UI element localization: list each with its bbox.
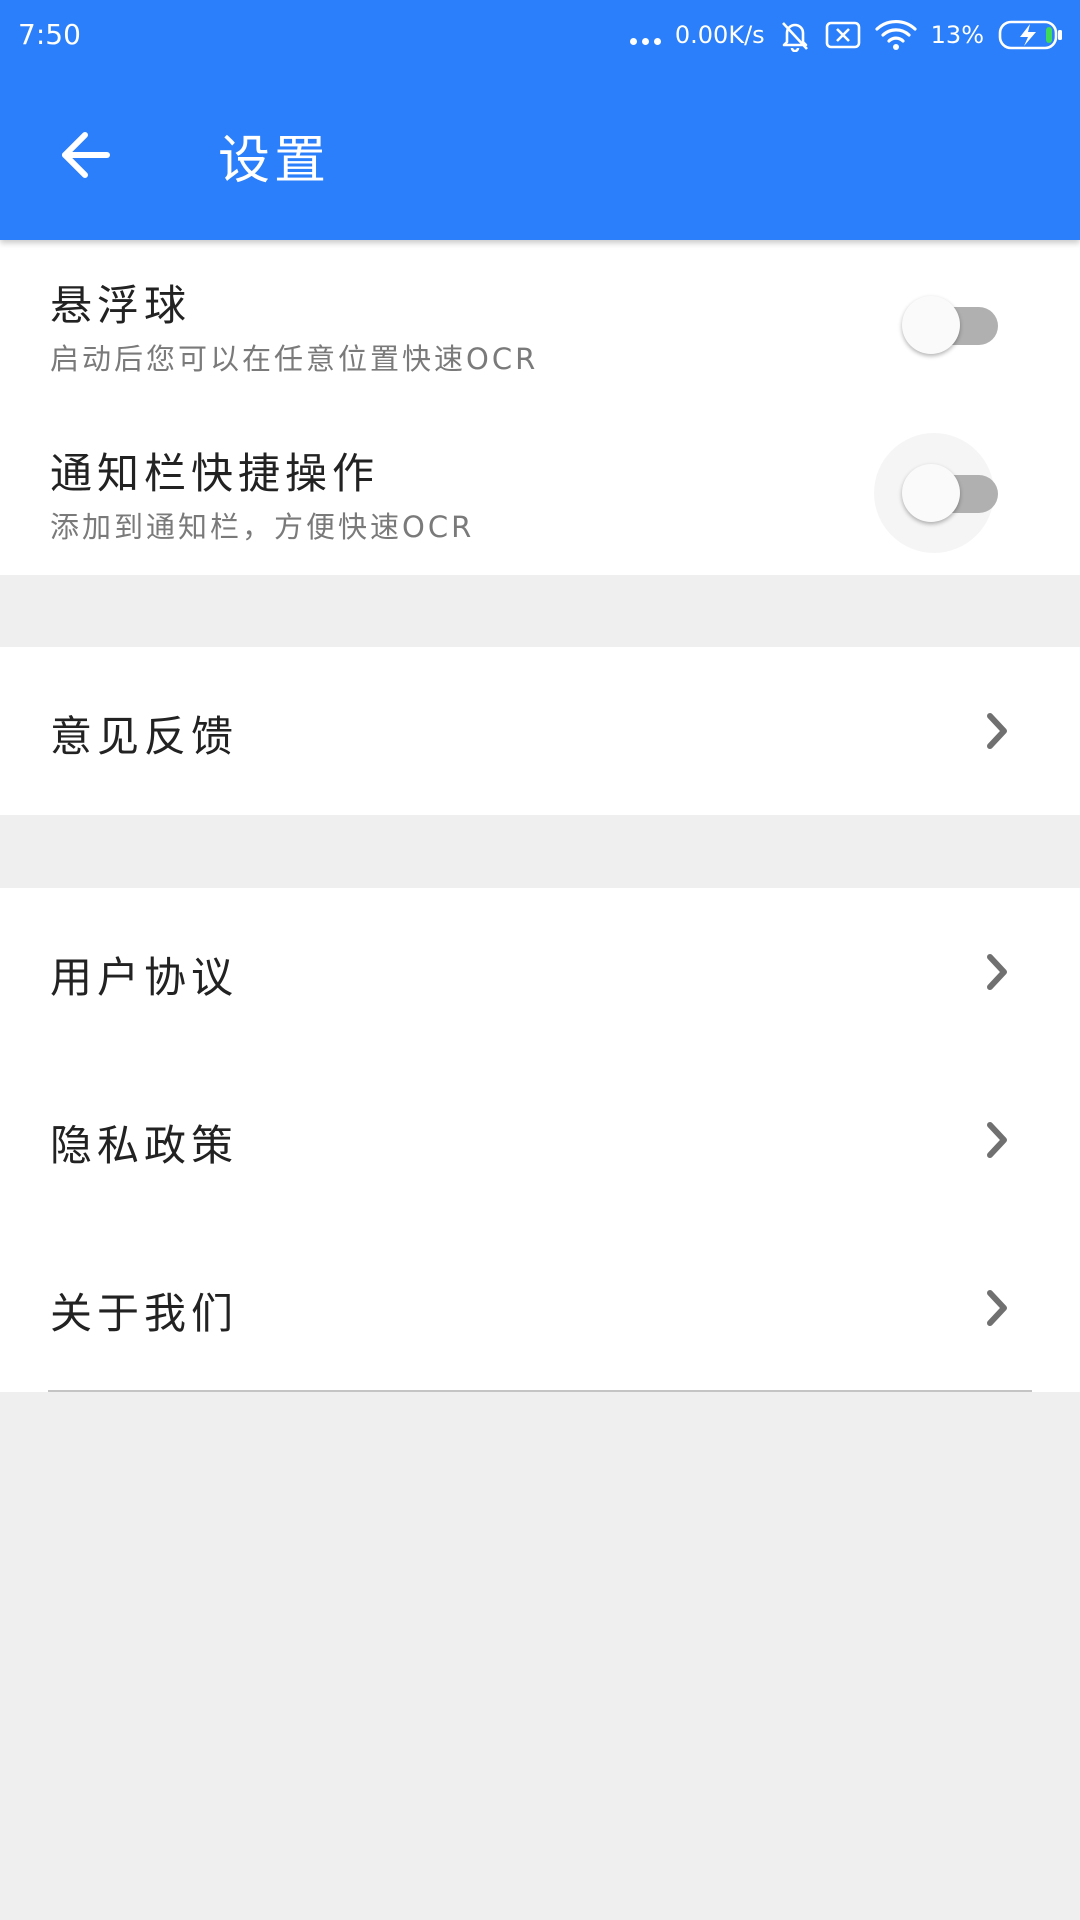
battery-charging-icon <box>998 20 1062 50</box>
menu-item-privacy-policy[interactable]: 隐私政策 <box>0 1056 1080 1224</box>
info-links-card: 用户协议 隐私政策 关于我们 <box>0 888 1080 1392</box>
network-speed: 0.00K/s <box>674 21 765 49</box>
floating-ball-title: 悬浮球 <box>50 281 192 330</box>
bell-muted-icon <box>781 22 808 52</box>
setting-notification-shortcut[interactable]: 通知栏快捷操作 添加到通知栏，方便快速OCR <box>0 408 1080 575</box>
status-icons: 0.00K/s 13% <box>629 14 1064 56</box>
switch-thumb <box>902 464 960 522</box>
arrow-left-icon <box>62 132 110 178</box>
notification-shortcut-title: 通知栏快捷操作 <box>50 449 380 498</box>
notification-shortcut-switch[interactable] <box>874 433 998 553</box>
setting-floating-ball[interactable]: 悬浮球 启动后您可以在任意位置快速OCR <box>0 240 1080 408</box>
toolbar: 设置 <box>0 70 1080 240</box>
user-agreement-label: 用户协议 <box>50 953 239 1002</box>
chevron-right-icon <box>987 1122 1007 1158</box>
no-sim-icon <box>825 21 860 49</box>
floating-ball-switch[interactable] <box>902 295 998 355</box>
about-us-label: 关于我们 <box>50 1289 239 1338</box>
switch-thumb <box>902 296 960 354</box>
feedback-label: 意见反馈 <box>50 712 239 761</box>
dots-icon <box>629 25 661 45</box>
menu-item-feedback[interactable]: 意见反馈 <box>0 647 1080 815</box>
battery-percent: 13% <box>930 21 984 49</box>
divider <box>48 1390 1032 1392</box>
app-bar: 7:50 0.00K/s 13% 设置 <box>0 0 1080 240</box>
chevron-right-icon <box>987 713 1007 749</box>
menu-item-user-agreement[interactable]: 用户协议 <box>0 888 1080 1056</box>
chevron-right-icon <box>987 1290 1007 1326</box>
menu-item-about-us[interactable]: 关于我们 <box>0 1224 1080 1390</box>
chevron-right-icon <box>987 954 1007 990</box>
back-button[interactable] <box>40 110 130 200</box>
notification-shortcut-subtitle: 添加到通知栏，方便快速OCR <box>50 510 475 544</box>
status-time: 7:50 <box>18 18 81 51</box>
floating-ball-subtitle: 启动后您可以在任意位置快速OCR <box>50 342 539 376</box>
toggle-settings-card: 悬浮球 启动后您可以在任意位置快速OCR 通知栏快捷操作 添加到通知栏，方便快速… <box>0 240 1080 575</box>
privacy-policy-label: 隐私政策 <box>50 1121 239 1170</box>
status-bar: 7:50 0.00K/s 13% <box>0 0 1080 70</box>
feedback-card: 意见反馈 <box>0 647 1080 815</box>
page-title: 设置 <box>218 131 331 191</box>
wifi-icon <box>875 19 917 50</box>
